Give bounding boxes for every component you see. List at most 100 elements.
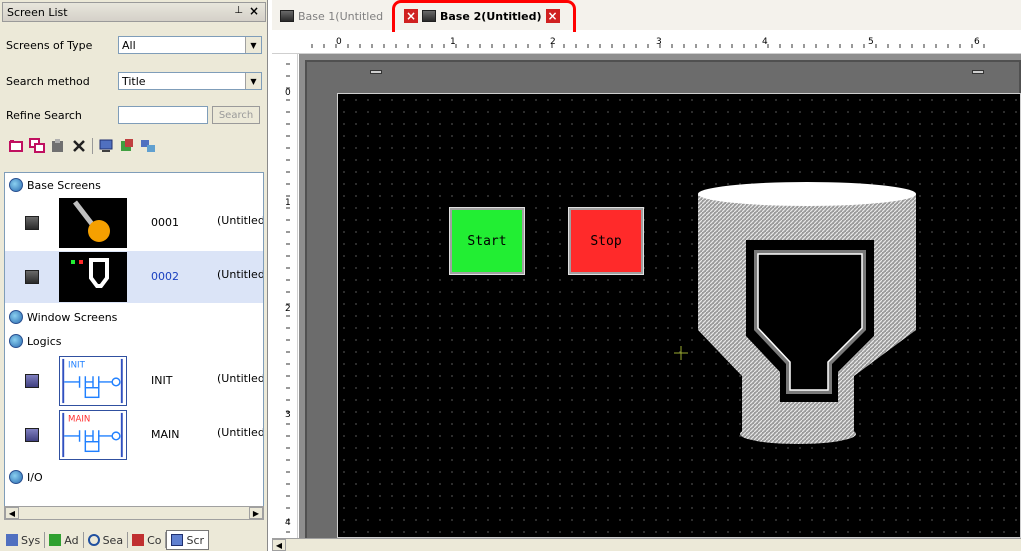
ruler-label: 3 <box>285 410 291 420</box>
folder-icon <box>9 470 23 484</box>
scroll-left-icon[interactable]: ◀ <box>272 539 286 551</box>
section-window-screens[interactable]: Window Screens <box>9 307 117 327</box>
ruler-label: 4 <box>285 518 291 528</box>
screens-of-type-label: Screens of Type <box>6 38 93 52</box>
list-horizontal-scrollbar[interactable]: ◀ ▶ <box>4 506 264 520</box>
canvas-horizontal-scrollbar[interactable]: ◀ <box>272 538 1021 551</box>
logic-thumbnail: MAIN <box>59 410 127 460</box>
tab-search[interactable]: Sea <box>84 532 129 548</box>
refine-search-label: Refine Search <box>6 108 82 122</box>
section-io[interactable]: I/O <box>9 467 43 487</box>
screen-icon <box>25 270 39 284</box>
scroll-left-icon[interactable]: ◀ <box>5 507 19 519</box>
system-icon <box>6 534 18 546</box>
ruler-ticks <box>286 63 290 533</box>
tab-label: Scr <box>186 533 205 547</box>
tab-label: Sys <box>21 533 41 547</box>
section-label: Base Screens <box>27 178 101 192</box>
screen-number: 0001 <box>151 216 179 229</box>
tab-common[interactable]: Co <box>128 532 167 548</box>
logic-row[interactable]: INIT INIT (Untitled) <box>5 355 263 407</box>
folder-icon <box>9 310 23 324</box>
tab-address[interactable]: Ad <box>45 532 84 548</box>
tab-label: Ad <box>64 533 79 547</box>
screen-transfer-icon[interactable] <box>140 138 156 154</box>
search-icon <box>87 534 100 546</box>
crosshair-cursor-icon <box>674 346 688 360</box>
tab-screen-list[interactable]: Scr <box>166 530 210 550</box>
screen-thumbnail <box>59 198 127 248</box>
common-icon <box>132 534 145 546</box>
refine-search-input[interactable] <box>118 106 208 124</box>
ruler-label: 4 <box>762 37 768 47</box>
chevron-down-icon[interactable]: ▼ <box>245 37 261 53</box>
ruler-label: 1 <box>450 37 456 47</box>
folder-icon <box>9 178 23 192</box>
screens-of-type-select[interactable]: All ▼ <box>118 36 262 54</box>
screen-thumbnail <box>59 252 127 302</box>
screen-tree: Base Screens 0001 (Untitled) 0002 (Untit… <box>4 172 264 518</box>
screen-row[interactable]: 0002 (Untitled) <box>5 251 263 303</box>
screen-row[interactable]: 0001 (Untitled) <box>5 197 263 249</box>
ruler-label: 3 <box>656 37 662 47</box>
section-logics[interactable]: Logics <box>9 331 61 351</box>
section-base-screens[interactable]: Base Screens <box>9 175 101 195</box>
start-switch[interactable]: Start <box>449 207 525 275</box>
new-screen-icon[interactable] <box>8 138 24 154</box>
logic-thumb-label: MAIN <box>68 415 90 425</box>
delete-icon[interactable] <box>71 138 87 154</box>
logic-row[interactable]: MAIN MAIN (Untitled) <box>5 409 263 461</box>
folder-icon <box>9 334 23 348</box>
ruler-label: 0 <box>285 88 291 98</box>
ruler-label: 5 <box>868 37 874 47</box>
horizontal-ruler: 0 1 2 3 4 5 6 <box>272 32 1021 54</box>
screen-title: (Untitled) <box>217 268 264 281</box>
hopper-tank-graphic[interactable] <box>694 180 920 450</box>
paste-screen-icon[interactable] <box>50 138 66 154</box>
tab-label: Co <box>147 533 162 547</box>
logic-title: (Untitled) <box>217 426 264 439</box>
panel-bottom-tabs: Sys Ad Sea Co Scr <box>2 530 266 550</box>
screen-icon <box>280 10 294 22</box>
close-icon[interactable]: × <box>249 4 259 18</box>
screen-number: 0002 <box>151 270 179 283</box>
screen-icon <box>25 216 39 230</box>
section-label: I/O <box>27 470 43 484</box>
screen-list-toolbar <box>8 136 156 156</box>
refine-search-row: Refine Search Search <box>6 104 264 126</box>
logic-title: (Untitled) <box>217 372 264 385</box>
search-button[interactable]: Search <box>212 106 260 124</box>
ruler-label: 2 <box>285 304 291 314</box>
logic-icon <box>25 428 39 442</box>
ruler-label: 6 <box>974 37 980 47</box>
screen-list-icon <box>171 534 184 546</box>
search-method-value: Title <box>122 74 146 88</box>
ruler-label: 1 <box>285 198 291 208</box>
screens-of-type-row: Screens of Type All ▼ <box>6 34 264 56</box>
toolbar-separator <box>92 138 93 154</box>
ruler-label: 0 <box>336 37 342 47</box>
app-window: Screen List ⊥ × Screens of Type All ▼ Se… <box>0 0 1021 551</box>
pin-icon[interactable]: ⊥ <box>234 5 243 16</box>
logic-thumbnail: INIT <box>59 356 127 406</box>
search-method-select[interactable]: Title ▼ <box>118 72 262 90</box>
screen-list-title-bar: Screen List ⊥ × <box>2 2 266 22</box>
tab-base-1[interactable]: Base 1(Untitled <box>280 6 383 26</box>
section-label: Window Screens <box>27 310 118 324</box>
ruler-ticks <box>311 44 985 48</box>
screen-export-icon[interactable] <box>119 138 135 154</box>
screen-list-title: Screen List <box>7 5 68 19</box>
stop-switch[interactable]: Stop <box>568 207 644 275</box>
frame-handle[interactable] <box>370 70 382 74</box>
section-label: Logics <box>27 334 62 348</box>
tab-label: Base 1(Untitled <box>298 9 384 23</box>
frame-handle[interactable] <box>972 70 984 74</box>
screen-properties-icon[interactable] <box>98 138 114 154</box>
screen-title: (Untitled) <box>217 214 264 227</box>
logic-name: MAIN <box>151 428 180 441</box>
chevron-down-icon[interactable]: ▼ <box>245 73 261 89</box>
tab-system[interactable]: Sys <box>2 532 46 548</box>
address-icon <box>49 534 62 546</box>
copy-screen-icon[interactable] <box>29 138 45 154</box>
scroll-right-icon[interactable]: ▶ <box>249 507 263 519</box>
